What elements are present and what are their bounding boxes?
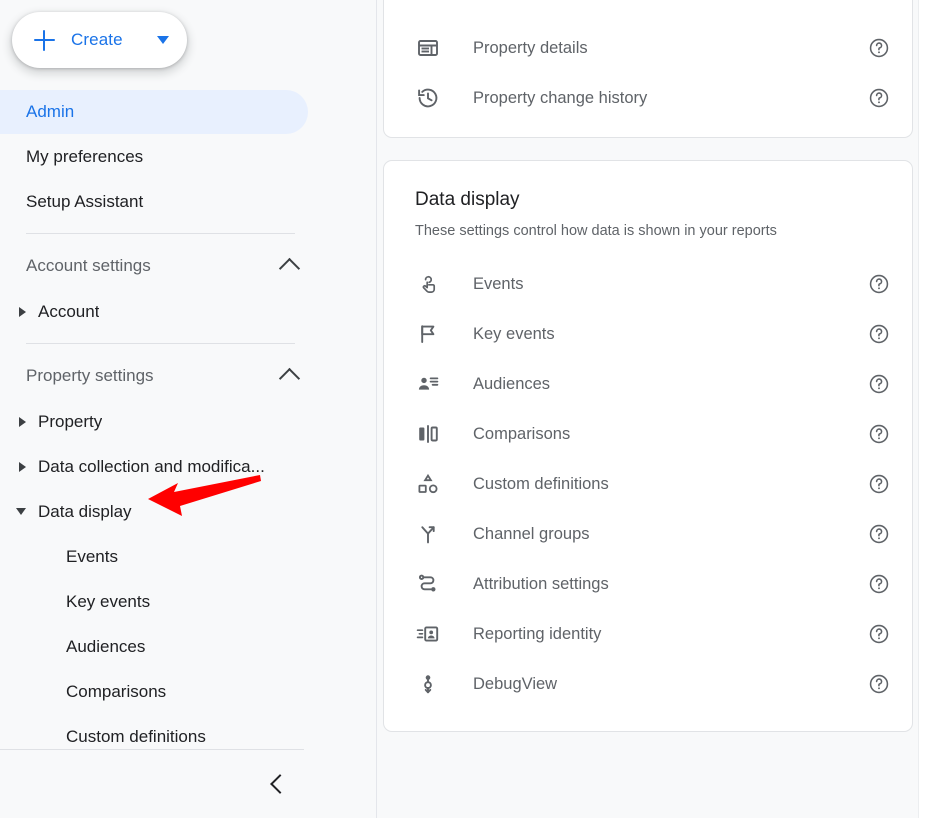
- data-display-card: Data display These settings control how …: [383, 160, 913, 732]
- sidebar-item-label: Data collection and modifica...: [38, 456, 265, 476]
- row-label: Comparisons: [473, 424, 571, 443]
- chevron-up-icon: [278, 367, 301, 390]
- main-content: These settings affect your property What…: [377, 0, 926, 818]
- page-right-edge: [918, 0, 926, 818]
- chevron-left-icon: [270, 774, 290, 794]
- row-label: Property details: [473, 38, 588, 57]
- help-icon[interactable]: [868, 523, 890, 545]
- sidebar-subitem-custom-definitions[interactable]: Custom definitions: [0, 714, 377, 759]
- sidebar-subitem-label: Custom definitions: [66, 726, 206, 746]
- bug-icon: [415, 671, 441, 697]
- create-button[interactable]: Create: [12, 12, 187, 68]
- triangle-right-icon: [19, 306, 26, 317]
- plus-icon: [34, 30, 55, 51]
- sidebar-item-data-collection[interactable]: Data collection and modifica...: [0, 444, 377, 489]
- data-display-card-subtitle: These settings control how data is shown…: [415, 223, 777, 239]
- row-label: DebugView: [473, 674, 558, 693]
- collapse-sidebar-button[interactable]: [258, 764, 298, 804]
- sidebar-subitem-comparisons[interactable]: Comparisons: [0, 669, 377, 714]
- sidebar-item-property[interactable]: Property: [0, 399, 377, 444]
- help-icon[interactable]: [868, 423, 890, 445]
- sidebar-group-account-settings[interactable]: Account settings: [0, 243, 377, 289]
- shapes-icon: [415, 471, 441, 497]
- help-icon[interactable]: [868, 323, 890, 345]
- row-label: Attribution settings: [473, 574, 609, 593]
- row-channel-groups[interactable]: Channel groups: [384, 509, 912, 559]
- row-label: Property change history: [473, 88, 648, 107]
- help-icon[interactable]: [868, 37, 890, 59]
- sidebar-item-my-preferences[interactable]: My preferences: [0, 134, 377, 179]
- history-icon: [415, 85, 441, 111]
- sidebar-item-admin[interactable]: Admin: [0, 90, 308, 134]
- sidebar-subitem-label: Events: [66, 546, 118, 566]
- merge-arrow-icon: [415, 521, 441, 547]
- data-display-card-title: Data display: [415, 189, 520, 210]
- route-path-icon: [415, 571, 441, 597]
- comparison-bars-icon: [415, 421, 441, 447]
- row-reporting-identity[interactable]: Reporting identity: [384, 609, 912, 659]
- help-icon[interactable]: [868, 573, 890, 595]
- sidebar-subitem-label: Audiences: [66, 636, 146, 656]
- sidebar-subitem-label: Comparisons: [66, 681, 167, 701]
- row-label: Channel groups: [473, 524, 590, 543]
- flag-icon: [415, 321, 441, 347]
- help-icon[interactable]: [868, 373, 890, 395]
- id-badge-icon: [415, 621, 441, 647]
- sidebar-group-label: Property settings: [26, 366, 154, 385]
- row-label: Key events: [473, 324, 555, 343]
- row-custom-definitions[interactable]: Custom definitions: [384, 459, 912, 509]
- row-property-details[interactable]: Property details: [384, 23, 912, 73]
- chevron-down-icon: [157, 36, 169, 44]
- sidebar-subitem-events[interactable]: Events: [0, 534, 377, 579]
- row-label: Reporting identity: [473, 624, 602, 643]
- row-label: Audiences: [473, 374, 551, 393]
- property-details-icon: [415, 35, 441, 61]
- sidebar-group-property-settings[interactable]: Property settings: [0, 353, 377, 399]
- sidebar-subitem-audiences[interactable]: Audiences: [0, 624, 377, 669]
- sidebar-item-label: Setup Assistant: [26, 191, 144, 211]
- sidebar-divider: [26, 343, 295, 344]
- settings-scroll-area: These settings affect your property What…: [377, 0, 919, 818]
- touch-tap-icon: [415, 271, 441, 297]
- triangle-down-icon: [16, 508, 26, 515]
- row-comparisons[interactable]: Comparisons: [384, 409, 912, 459]
- sidebar-item-label: My preferences: [26, 146, 144, 166]
- admin-page: Create Admin My preferences Setup Assist…: [0, 0, 926, 818]
- row-debugview[interactable]: DebugView: [384, 659, 912, 709]
- sidebar-bottom-divider: [0, 749, 304, 750]
- sidebar-nav: Admin My preferences Setup Assistant Acc…: [0, 90, 377, 759]
- row-property-change-history[interactable]: Property change history: [384, 73, 912, 123]
- help-icon[interactable]: [868, 273, 890, 295]
- row-label: Custom definitions: [473, 474, 609, 493]
- sidebar-subitem-key-events[interactable]: Key events: [0, 579, 377, 624]
- help-icon[interactable]: [868, 673, 890, 695]
- help-icon[interactable]: [868, 473, 890, 495]
- sidebar-item-label: Property: [38, 411, 103, 431]
- create-button-label: Create: [71, 30, 123, 49]
- sidebar-subitem-label: Key events: [66, 591, 151, 611]
- sidebar-item-account[interactable]: Account: [0, 289, 377, 334]
- sidebar-item-label: Data display: [38, 501, 132, 521]
- audience-person-list-icon: [415, 371, 441, 397]
- sidebar-group-label: Account settings: [26, 256, 151, 275]
- triangle-right-icon: [19, 461, 26, 472]
- row-events[interactable]: Events: [384, 259, 912, 309]
- row-attribution-settings[interactable]: Attribution settings: [384, 559, 912, 609]
- row-label: Events: [473, 274, 524, 293]
- row-audiences[interactable]: Audiences: [384, 359, 912, 409]
- sidebar-item-setup-assistant[interactable]: Setup Assistant: [0, 179, 377, 224]
- chevron-up-icon: [278, 257, 301, 280]
- property-card-rows: Property details Property change history: [384, 0, 912, 123]
- help-icon[interactable]: [868, 87, 890, 109]
- property-settings-card: These settings affect your property What…: [383, 0, 913, 138]
- sidebar-item-label: Account: [38, 301, 100, 321]
- help-icon[interactable]: [868, 623, 890, 645]
- data-display-rows: Events Key events Audiences Comparisons …: [384, 239, 912, 709]
- sidebar-item-label: Admin: [26, 102, 75, 121]
- triangle-right-icon: [19, 416, 26, 427]
- row-key-events[interactable]: Key events: [384, 309, 912, 359]
- sidebar-item-data-display[interactable]: Data display: [0, 489, 377, 534]
- sidebar: Create Admin My preferences Setup Assist…: [0, 0, 377, 818]
- sidebar-divider: [26, 233, 295, 234]
